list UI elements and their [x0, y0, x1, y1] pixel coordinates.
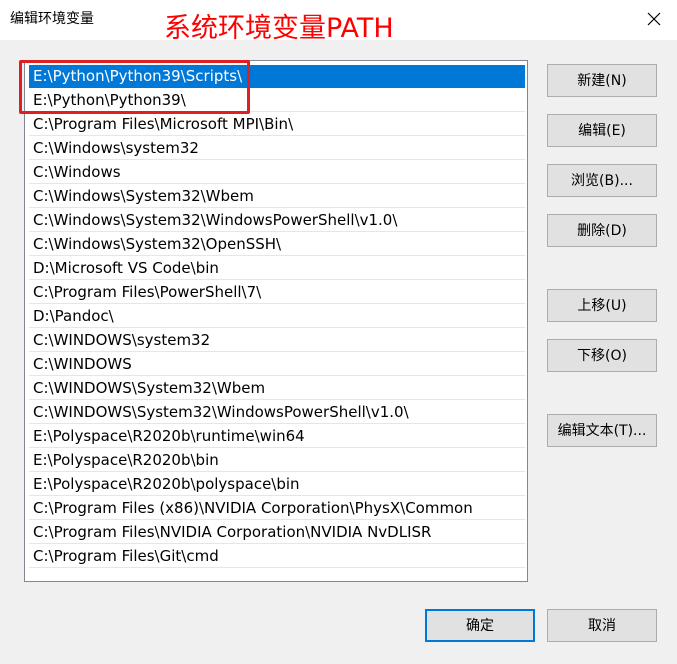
- list-item[interactable]: C:\Program Files\PowerShell\7\: [29, 281, 525, 304]
- list-item[interactable]: E:\Python\Python39\Scripts\: [29, 65, 525, 88]
- ok-button[interactable]: 确定: [425, 609, 535, 642]
- list-item[interactable]: C:\WINDOWS\system32: [29, 329, 525, 352]
- list-item[interactable]: D:\Microsoft VS Code\bin: [29, 257, 525, 280]
- list-item[interactable]: C:\Windows\System32\OpenSSH\: [29, 233, 525, 256]
- annotation-label: 系统环境变量PATH: [164, 13, 394, 44]
- list-item[interactable]: D:\Pandoc\: [29, 305, 525, 328]
- list-item[interactable]: C:\Windows: [29, 161, 525, 184]
- browse-button[interactable]: 浏览(B)...: [547, 164, 657, 197]
- list-item[interactable]: C:\Windows\System32\Wbem: [29, 185, 525, 208]
- new-button[interactable]: 新建(N): [547, 64, 657, 97]
- list-item[interactable]: C:\Program Files\NVIDIA Corporation\NVID…: [29, 521, 525, 544]
- edit-text-button[interactable]: 编辑文本(T)...: [547, 414, 657, 447]
- window-title: 编辑环境变量: [10, 11, 94, 27]
- close-icon: [647, 12, 661, 26]
- list-item[interactable]: E:\Polyspace\R2020b\runtime\win64: [29, 425, 525, 448]
- list-item[interactable]: C:\Program Files (x86)\NVIDIA Corporatio…: [29, 497, 525, 520]
- move-down-button[interactable]: 下移(O): [547, 339, 657, 372]
- list-item[interactable]: C:\Windows\System32\WindowsPowerShell\v1…: [29, 209, 525, 232]
- delete-button[interactable]: 删除(D): [547, 214, 657, 247]
- list-item[interactable]: C:\Program Files\Git\cmd: [29, 545, 525, 568]
- list-item[interactable]: C:\Program Files\Microsoft MPI\Bin\: [29, 113, 525, 136]
- list-item[interactable]: C:\WINDOWS\System32\WindowsPowerShell\v1…: [29, 401, 525, 424]
- cancel-button[interactable]: 取消: [547, 609, 657, 642]
- list-item[interactable]: E:\Python\Python39\: [29, 89, 525, 112]
- list-item[interactable]: C:\WINDOWS: [29, 353, 525, 376]
- move-up-button[interactable]: 上移(U): [547, 289, 657, 322]
- edit-env-var-dialog: 编辑环境变量 系统环境变量PATH E:\Python\Python39\Scr…: [0, 0, 677, 664]
- list-item[interactable]: C:\Windows\system32: [29, 137, 525, 160]
- close-button[interactable]: [631, 0, 677, 38]
- list-item[interactable]: E:\Polyspace\R2020b\bin: [29, 449, 525, 472]
- list-item[interactable]: C:\WINDOWS\System32\Wbem: [29, 377, 525, 400]
- path-list[interactable]: E:\Python\Python39\Scripts\ E:\Python\Pyt…: [24, 60, 528, 582]
- edit-button[interactable]: 编辑(E): [547, 114, 657, 147]
- list-item[interactable]: E:\Polyspace\R2020b\polyspace\bin: [29, 473, 525, 496]
